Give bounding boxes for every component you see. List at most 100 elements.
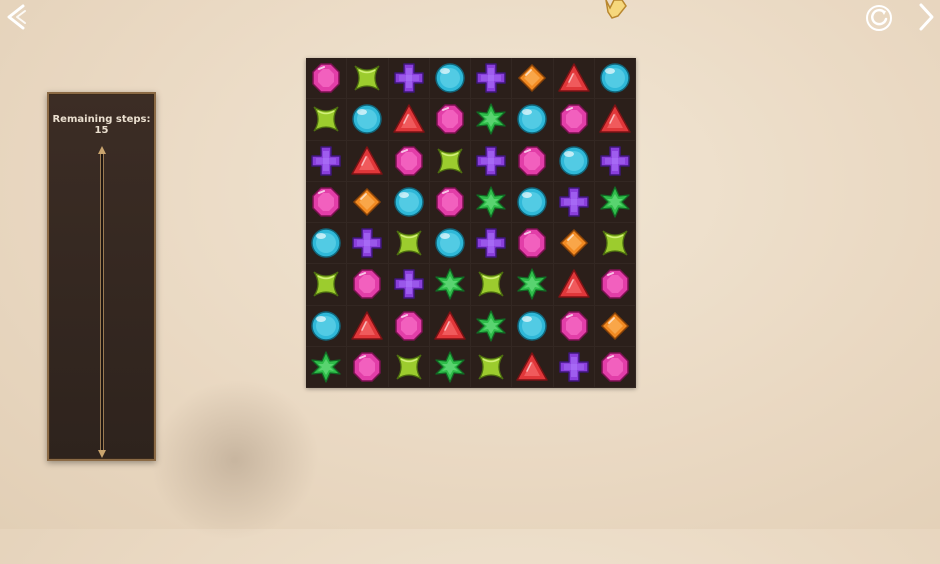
reload-icon — [866, 5, 892, 31]
board-cell[interactable] — [347, 181, 389, 223]
green-star-gem-icon — [476, 103, 506, 136]
board-cell[interactable] — [512, 305, 554, 347]
board-cell[interactable] — [347, 140, 389, 182]
green-star-gem-icon — [435, 351, 465, 383]
cyan-circle-gem-icon — [311, 228, 341, 258]
board-cell[interactable] — [306, 223, 348, 265]
board-cell[interactable] — [388, 140, 430, 182]
board-cell[interactable] — [594, 181, 636, 223]
pink-octagon-gem-icon — [518, 145, 547, 176]
board-cell[interactable] — [512, 346, 554, 388]
board-cell[interactable] — [512, 58, 554, 100]
green-x-gem-icon — [478, 354, 504, 380]
board-cell[interactable] — [553, 223, 595, 265]
board-cell[interactable] — [594, 223, 636, 265]
board-cell[interactable] — [512, 264, 554, 306]
board-cell[interactable] — [512, 99, 554, 141]
board-cell[interactable] — [471, 181, 513, 223]
cyan-circle-gem-icon — [517, 104, 548, 135]
green-star-gem-icon — [517, 268, 548, 301]
cyan-circle-gem-icon — [352, 104, 383, 135]
board-cell[interactable] — [388, 264, 430, 306]
board-cell[interactable] — [594, 305, 636, 347]
cyan-circle-gem-icon — [600, 63, 630, 93]
board-cell[interactable] — [429, 181, 471, 223]
board-cell[interactable] — [429, 140, 471, 182]
board-cell[interactable] — [553, 140, 595, 182]
board-cell[interactable] — [594, 346, 636, 388]
pink-octagon-gem-icon — [394, 145, 423, 176]
board-cell[interactable] — [471, 305, 513, 347]
board-cell[interactable] — [306, 140, 348, 182]
board-cell[interactable] — [388, 58, 430, 100]
board-cell[interactable] — [306, 181, 348, 223]
board-cell[interactable] — [594, 140, 636, 182]
board-cell[interactable] — [429, 58, 471, 100]
cyan-circle-gem-icon — [311, 310, 341, 341]
pink-octagon-gem-icon — [601, 269, 629, 300]
red-triangle-gem-icon — [392, 104, 425, 134]
board-cell[interactable] — [553, 346, 595, 388]
board-cell[interactable] — [347, 305, 389, 347]
pink-octagon-gem-icon — [312, 63, 340, 93]
board-cell[interactable] — [553, 305, 595, 347]
board-cell[interactable] — [471, 223, 513, 265]
board-cell[interactable] — [388, 223, 430, 265]
board-cell[interactable] — [553, 264, 595, 306]
green-star-gem-icon — [476, 309, 506, 342]
red-triangle-gem-icon — [434, 310, 466, 340]
purple-cross-gem-icon — [352, 228, 383, 258]
progress-bottom-cap-icon — [98, 450, 106, 458]
board-cell[interactable] — [553, 99, 595, 141]
pink-octagon-gem-icon — [559, 310, 588, 341]
board-cell[interactable] — [388, 181, 430, 223]
board-cell[interactable] — [347, 264, 389, 306]
board-cell[interactable] — [594, 264, 636, 306]
pink-octagon-gem-icon — [394, 310, 423, 341]
board-cell[interactable] — [429, 346, 471, 388]
pink-octagon-gem-icon — [353, 352, 382, 382]
board-cell[interactable] — [306, 58, 348, 100]
board-cell[interactable] — [471, 346, 513, 388]
green-x-gem-icon — [313, 271, 339, 297]
board-cell[interactable] — [429, 223, 471, 265]
board-cell[interactable] — [429, 305, 471, 347]
reload-button[interactable] — [862, 0, 896, 34]
red-triangle-gem-icon — [351, 310, 384, 340]
board-cell[interactable] — [429, 264, 471, 306]
board-cell[interactable] — [471, 58, 513, 100]
purple-cross-gem-icon — [393, 63, 424, 93]
board-cell[interactable] — [347, 223, 389, 265]
board-cell[interactable] — [594, 58, 636, 100]
board-cell[interactable] — [347, 58, 389, 100]
board-cell[interactable] — [306, 264, 348, 306]
board-cell[interactable] — [347, 346, 389, 388]
next-button[interactable] — [912, 0, 940, 34]
orange-diamond-gem-icon — [600, 311, 629, 340]
green-x-gem-icon — [396, 354, 422, 380]
green-star-gem-icon — [476, 186, 506, 218]
board-cell[interactable] — [388, 305, 430, 347]
red-triangle-gem-icon — [557, 269, 590, 299]
board-cell[interactable] — [306, 99, 348, 141]
board-cell[interactable] — [388, 99, 430, 141]
back-button[interactable] — [0, 0, 34, 34]
green-x-gem-icon — [478, 271, 504, 297]
board-cell[interactable] — [594, 99, 636, 141]
pink-octagon-gem-icon — [518, 228, 547, 258]
board-cell[interactable] — [512, 181, 554, 223]
board-cell[interactable] — [306, 346, 348, 388]
green-x-gem-icon — [396, 230, 422, 256]
board-cell[interactable] — [471, 264, 513, 306]
board-cell[interactable] — [429, 99, 471, 141]
board-cell[interactable] — [388, 346, 430, 388]
board-cell[interactable] — [512, 223, 554, 265]
board-cell[interactable] — [471, 140, 513, 182]
board-cell[interactable] — [512, 140, 554, 182]
board-cell[interactable] — [306, 305, 348, 347]
board-cell[interactable] — [471, 99, 513, 141]
board-cell[interactable] — [347, 99, 389, 141]
board-cell[interactable] — [553, 181, 595, 223]
board-cell[interactable] — [553, 58, 595, 100]
steps-panel: Remaining steps: 15 — [47, 92, 156, 461]
